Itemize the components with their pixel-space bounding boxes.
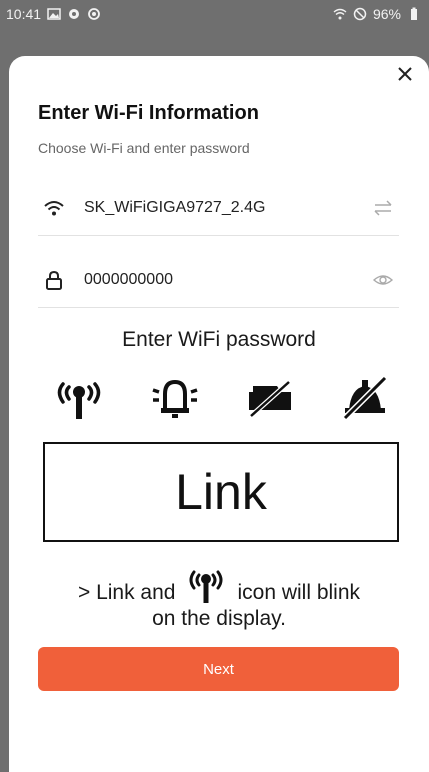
antenna-signal-icon: [185, 562, 227, 606]
note-prefix: > Link and: [77, 581, 176, 604]
battery-icon: [407, 7, 421, 21]
wifi-icon: [42, 196, 66, 220]
note-line-2: on the display.: [152, 607, 286, 630]
dialog-title: Enter Wi-Fi Information: [38, 102, 259, 124]
wifi-ssid: SK_WiFiGIGA9727_2.4G: [84, 198, 266, 216]
alarm-bell-icon: [147, 370, 203, 424]
note-line-1: > Link and icon will blink: [9, 562, 429, 606]
note-suffix: icon will blink: [237, 581, 361, 604]
status-time: 10:41: [6, 6, 42, 22]
password-field[interactable]: 0000000000: [38, 252, 399, 308]
eye-icon[interactable]: [369, 268, 397, 292]
dialog-subtitle: Choose Wi-Fi and enter password: [38, 140, 250, 156]
close-button[interactable]: [393, 62, 417, 86]
lcd-link-text: Link: [175, 464, 267, 520]
instruction-title: Enter WiFi password: [122, 328, 316, 351]
settings-icon: [67, 7, 81, 21]
swap-arrows-icon[interactable]: [369, 196, 397, 220]
instruction-note: > Link and icon will blink on the displa…: [9, 562, 429, 632]
antenna-signal-icon: [51, 370, 107, 424]
lock-icon: [42, 268, 66, 292]
wifi-icon: [333, 7, 347, 21]
password-input[interactable]: 0000000000: [84, 271, 369, 289]
status-right: 96%: [333, 6, 421, 22]
lcd-display-box: Link: [43, 442, 399, 542]
status-left: 10:41: [6, 6, 101, 22]
wifi-select-field[interactable]: SK_WiFiGIGA9727_2.4G: [38, 180, 399, 236]
location-icon: [87, 7, 101, 21]
close-icon: [398, 67, 412, 81]
wifi-info-sheet: Enter Wi-Fi Information Choose Wi-Fi and…: [9, 56, 429, 772]
bell-crossed-icon: [337, 370, 393, 424]
next-button[interactable]: Next: [38, 647, 399, 691]
dnd-icon: [353, 7, 367, 21]
gallery-icon: [47, 7, 61, 21]
display-symbols-row: [9, 370, 429, 424]
status-bar: 10:41 96%: [0, 0, 429, 28]
battery-percent: 96%: [372, 6, 401, 22]
cloud-crossed-icon: [243, 370, 299, 424]
